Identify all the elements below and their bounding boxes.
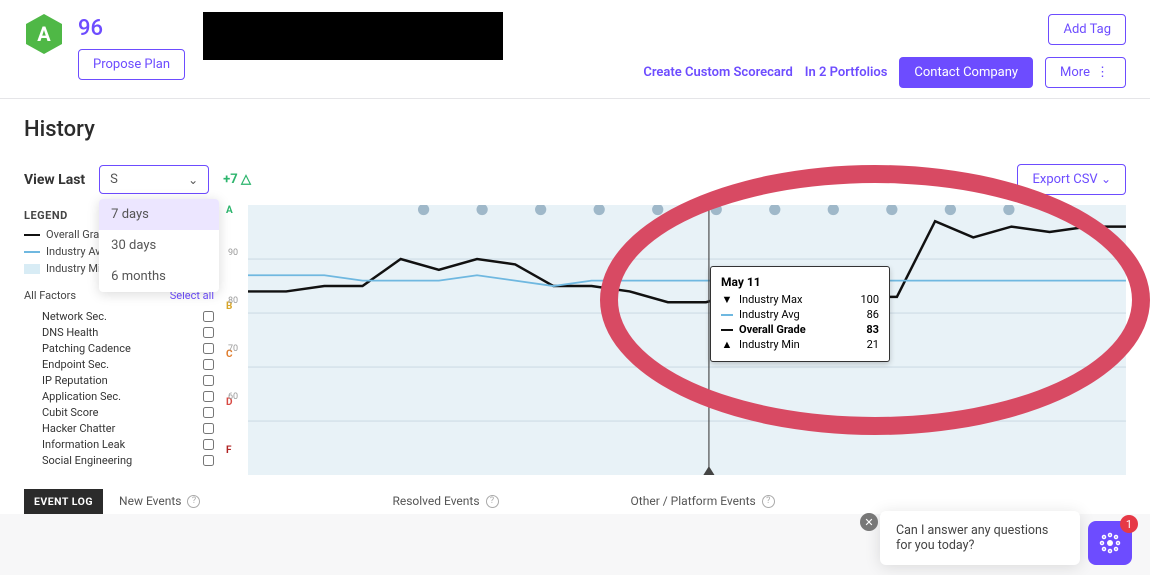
factor-row: DNS Health [42,326,214,339]
export-csv-button[interactable]: Export CSV ⌄ [1017,164,1126,195]
factor-label: Social Engineering [42,454,132,467]
page-title: History [24,117,1126,142]
y-grade-label: A [226,205,233,216]
add-tag-button[interactable]: Add Tag [1048,14,1126,45]
factor-row: IP Reputation [42,374,214,387]
factor-checkbox[interactable] [203,407,214,418]
help-icon[interactable]: ? [762,495,775,508]
factor-row: Cubit Score [42,406,214,419]
in-portfolios-link[interactable]: In 2 Portfolios [805,65,888,80]
dropdown-option-30days[interactable]: 30 days [99,230,219,261]
chat-close-button[interactable]: ✕ [860,513,878,531]
more-button[interactable]: More⋮ [1045,57,1126,88]
factor-checkbox[interactable] [203,327,214,338]
factor-row: Patching Cadence [42,342,214,355]
y-grade-label: F [226,445,232,456]
view-last-dropdown: 7 days 30 days 6 months [99,199,219,292]
chat-icon [1098,531,1122,555]
score-delta: +7 △ [223,172,251,187]
dropdown-option-7days[interactable]: 7 days [99,199,219,230]
view-last-select[interactable]: S ⌄ [99,165,209,194]
propose-plan-button[interactable]: Propose Plan [78,49,185,80]
factor-label: Information Leak [42,438,125,451]
chat-prompt-text: Can I answer any questions for you today… [896,523,1048,553]
tooltip-date: May 11 [721,275,879,289]
company-name-redacted [203,12,503,60]
factor-checkbox[interactable] [203,343,214,354]
factor-checkbox[interactable] [203,455,214,466]
factor-label: IP Reputation [42,374,108,387]
factor-row: Network Sec. [42,310,214,323]
y-tick: 70 [228,344,238,354]
app-header: A 96 Propose Plan Add Tag Create Custom … [0,0,1150,99]
factor-checkbox[interactable] [203,311,214,322]
factor-label: Endpoint Sec. [42,358,109,371]
tab-other-events[interactable]: Other / Platform Events? [615,488,791,514]
help-icon[interactable]: ? [486,495,499,508]
all-factors-label: All Factors [24,289,76,302]
chat-launcher-button[interactable]: 1 [1088,521,1132,565]
help-icon[interactable]: ? [187,495,200,508]
tab-resolved-events[interactable]: Resolved Events? [376,488,514,514]
factor-row: Hacker Chatter [42,422,214,435]
y-tick: 80 [228,296,238,306]
factor-label: Cubit Score [42,406,98,419]
factor-label: Patching Cadence [42,342,131,355]
chevron-down-icon: ⌄ [188,173,198,187]
factor-label: DNS Health [42,326,98,339]
factor-row: Social Engineering [42,454,214,467]
tab-new-events[interactable]: New Events? [103,488,216,514]
factor-label: Network Sec. [42,310,107,323]
tooltip-row: ▲Industry Min21 [721,338,879,351]
chevron-down-icon: ⌄ [1101,172,1111,186]
grade-letter: A [37,22,50,46]
factor-checkbox[interactable] [203,439,214,450]
tooltip-row: Industry Avg86 [721,308,879,321]
factor-row: Endpoint Sec. [42,358,214,371]
factor-checkbox[interactable] [203,391,214,402]
factor-checkbox[interactable] [203,375,214,386]
y-tick: 60 [228,392,238,402]
factor-label: Hacker Chatter [42,422,115,435]
contact-company-button[interactable]: Contact Company [899,57,1033,88]
factor-row: Information Leak [42,438,214,451]
view-last-label: View Last [24,172,85,188]
chart-tooltip: May 11 ▼Industry Max100 Industry Avg86 Ove… [710,266,890,362]
y-tick: 90 [228,248,238,258]
tooltip-row: Overall Grade83 [721,323,879,336]
chat-notification-badge: 1 [1120,515,1138,533]
event-log-badge: EVENT LOG [24,489,103,514]
tooltip-row: ▼Industry Max100 [721,293,879,306]
grade-hex-badge: A [24,12,64,56]
history-chart: ABCDF90807060 Nov 1Dec 1Jan 1Feb 1Mar 1A… [222,205,1126,470]
factor-checkbox[interactable] [203,423,214,434]
create-custom-scorecard-link[interactable]: Create Custom Scorecard [643,65,792,80]
score-value: 96 [78,16,185,41]
history-page: History View Last S ⌄ 7 days 30 days 6 m… [0,99,1150,514]
chat-popup: ✕ Can I answer any questions for you tod… [880,511,1080,565]
factor-row: Application Sec. [42,390,214,403]
factor-checkbox[interactable] [203,359,214,370]
dropdown-option-6months[interactable]: 6 months [99,261,219,292]
factor-label: Application Sec. [42,390,121,403]
